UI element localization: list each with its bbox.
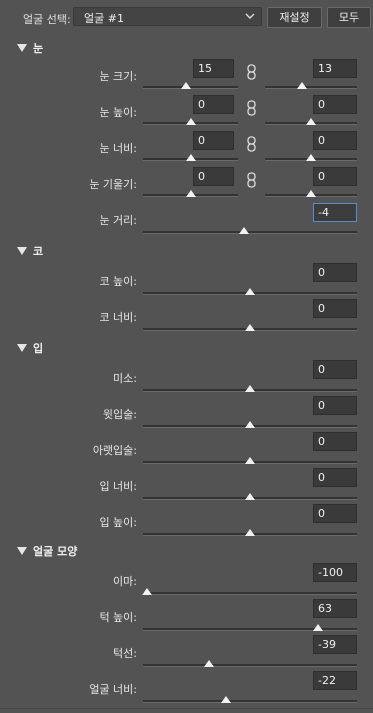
eye-size-right-input[interactable]: 13 — [313, 59, 357, 78]
panel-bottom-divider — [0, 708, 373, 709]
mouth-height-input[interactable]: 0 — [313, 504, 357, 523]
eye-size-left-knob[interactable] — [180, 82, 191, 89]
link-icon[interactable] — [247, 100, 256, 116]
forehead-label: 이마: — [113, 575, 137, 588]
nose-width-knob[interactable] — [245, 324, 255, 331]
jawline-slider[interactable] — [143, 664, 357, 667]
section-eyes-title: 눈 — [33, 42, 44, 55]
eye-distance-knob[interactable] — [238, 227, 249, 234]
forehead-slider[interactable] — [143, 592, 357, 595]
nose-height-knob[interactable] — [245, 288, 255, 295]
section-eyes-header[interactable]: 눈 — [17, 40, 43, 56]
nose-width-label: 코 너비: — [99, 311, 137, 324]
nose-width-input[interactable]: 0 — [313, 299, 357, 318]
section-face-shape-title: 얼굴 모양 — [33, 545, 78, 558]
chin-height-input[interactable]: 63 — [313, 599, 357, 618]
eye-size-right-knob[interactable] — [296, 82, 307, 89]
eye-distance-label: 눈 거리: — [99, 214, 137, 227]
collapse-triangle-icon — [17, 247, 27, 255]
chevron-down-icon — [245, 13, 255, 19]
upper-lip-label: 윗입술: — [102, 408, 137, 421]
upper-lip-knob[interactable] — [245, 421, 255, 428]
nose-height-input[interactable]: 0 — [313, 263, 357, 282]
mouth-width-input[interactable]: 0 — [313, 468, 357, 487]
link-icon[interactable] — [247, 136, 256, 152]
face-width-input[interactable]: -22 — [313, 671, 357, 690]
jawline-knob[interactable] — [204, 660, 215, 667]
smile-knob[interactable] — [245, 385, 255, 392]
all-button[interactable]: 모두 — [327, 7, 371, 28]
face-width-knob[interactable] — [221, 696, 232, 703]
forehead-knob[interactable] — [142, 588, 153, 595]
lower-lip-knob[interactable] — [245, 457, 255, 464]
mouth-width-label: 입 너비: — [99, 480, 137, 493]
collapse-triangle-icon — [17, 44, 27, 52]
face-select-bar: 얼굴 선택: 얼굴 #1 재설정 모두 — [0, 0, 373, 34]
eye-width-left-input[interactable]: 0 — [193, 131, 234, 150]
eye-tilt-left-input[interactable]: 0 — [193, 167, 234, 186]
section-mouth-header[interactable]: 입 — [17, 340, 43, 356]
eye-distance-input[interactable]: -4 — [313, 203, 357, 222]
jawline-input[interactable]: -39 — [313, 635, 357, 654]
face-select-label: 얼굴 선택: — [23, 13, 71, 26]
reset-button[interactable]: 재설정 — [267, 7, 322, 28]
mouth-height-knob[interactable] — [245, 529, 255, 536]
upper-lip-input[interactable]: 0 — [313, 396, 357, 415]
eye-tilt-left-knob[interactable] — [185, 190, 196, 197]
section-mouth-title: 입 — [33, 342, 44, 355]
face-width-slider[interactable] — [143, 700, 357, 703]
eye-width-left-knob[interactable] — [185, 154, 196, 161]
face-select-dropdown[interactable]: 얼굴 #1 — [73, 7, 262, 26]
chin-height-slider[interactable] — [143, 628, 357, 631]
collapse-triangle-icon — [17, 547, 27, 555]
section-nose-header[interactable]: 코 — [17, 243, 43, 259]
eye-height-right-knob[interactable] — [306, 118, 316, 125]
link-icon[interactable] — [247, 172, 256, 188]
eye-height-left-input[interactable]: 0 — [193, 95, 234, 114]
eye-size-right-slider[interactable] — [265, 86, 357, 89]
eye-width-label: 눈 너비: — [99, 142, 137, 155]
face-width-label: 얼굴 너비: — [89, 683, 137, 696]
eye-height-label: 눈 높이: — [99, 106, 137, 119]
eye-width-right-knob[interactable] — [306, 154, 316, 161]
eye-size-left-input[interactable]: 15 — [193, 59, 234, 78]
eye-tilt-right-input[interactable]: 0 — [313, 167, 357, 186]
smile-label: 미소: — [113, 372, 137, 385]
forehead-input[interactable]: -100 — [313, 563, 357, 582]
link-icon[interactable] — [247, 64, 256, 80]
section-nose-title: 코 — [33, 245, 44, 258]
eye-tilt-label: 눈 기울기: — [89, 178, 137, 191]
mouth-height-label: 입 높이: — [99, 516, 137, 529]
jawline-label: 턱선: — [113, 647, 137, 660]
chin-height-knob[interactable] — [313, 624, 324, 631]
collapse-triangle-icon — [17, 344, 27, 352]
eye-distance-slider[interactable] — [143, 231, 357, 234]
eye-size-label: 눈 크기: — [99, 70, 137, 83]
eye-height-left-knob[interactable] — [185, 118, 196, 125]
eye-width-right-input[interactable]: 0 — [313, 131, 357, 150]
section-face-shape-header[interactable]: 얼굴 모양 — [17, 543, 77, 559]
face-select-value: 얼굴 #1 — [84, 12, 124, 25]
chin-height-label: 턱 높이: — [99, 611, 137, 624]
nose-height-label: 코 높이: — [99, 275, 137, 288]
eye-height-right-input[interactable]: 0 — [313, 95, 357, 114]
lower-lip-label: 아랫입술: — [92, 444, 137, 457]
smile-input[interactable]: 0 — [313, 360, 357, 379]
eye-tilt-right-knob[interactable] — [306, 190, 316, 197]
mouth-width-knob[interactable] — [245, 493, 255, 500]
lower-lip-input[interactable]: 0 — [313, 432, 357, 451]
